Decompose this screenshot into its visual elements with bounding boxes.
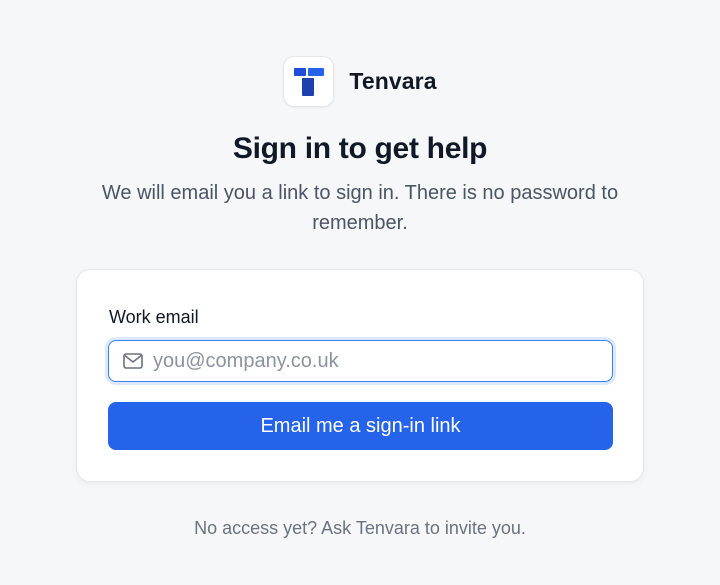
brand-name: Tenvara — [349, 68, 437, 94]
send-sign-in-link-button[interactable]: Email me a sign-in link — [108, 402, 613, 450]
page-subtitle: We will email you a link to sign in. The… — [101, 182, 619, 234]
mail-icon — [122, 350, 144, 372]
email-input[interactable] — [153, 343, 593, 379]
footer-note: No access yet? Ask Tenvara to invite you… — [194, 518, 526, 538]
email-field[interactable] — [108, 340, 613, 382]
page-title: Sign in to get help — [232, 132, 488, 165]
brand-header: Tenvara — [0, 56, 720, 107]
tenvara-logo-icon — [283, 56, 335, 107]
email-label: Work email — [109, 307, 199, 327]
sign-in-card: Work email Email me a sign-in link — [76, 269, 644, 482]
